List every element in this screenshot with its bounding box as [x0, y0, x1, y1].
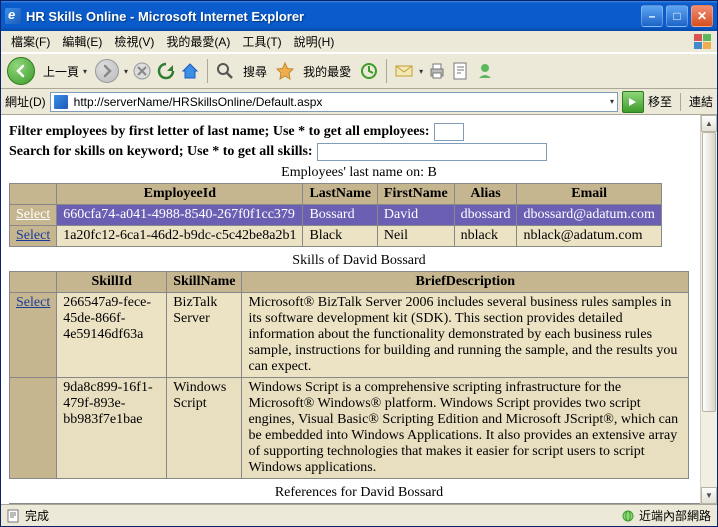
menu-view[interactable]: 檢視(V)	[108, 31, 160, 52]
cell-desc: Microsoft® BizTalk Server 2006 includes …	[242, 293, 689, 378]
select-link[interactable]: Select	[16, 228, 50, 243]
done-icon	[7, 509, 21, 523]
cell-alias: nblack	[454, 226, 517, 247]
skills-caption: Skills of David Bossard	[9, 253, 709, 269]
table-row: Select 660cfa74-a041-4988-8540-267f0f1cc…	[10, 205, 662, 226]
employees-table: EmployeeId LastName FirstName Alias Emai…	[9, 183, 662, 247]
cell-desc: Windows Script is a comprehensive script…	[242, 378, 689, 479]
cell-email: nblack@adatum.com	[517, 226, 661, 247]
scroll-up-button[interactable]: ▲	[701, 115, 717, 132]
zone-text: 近端內部網路	[639, 507, 711, 524]
col-email: Email	[517, 184, 661, 205]
scroll-thumb[interactable]	[702, 132, 716, 412]
col-lastname: LastName	[303, 184, 377, 205]
col-firstname: FirstName	[377, 184, 454, 205]
search-icon[interactable]	[215, 61, 235, 81]
filter-letter-label: Filter employees by first letter of last…	[9, 124, 430, 140]
menu-tools[interactable]: 工具(T)	[236, 31, 287, 52]
cell-id: 266547a9-fece-45de-866f-4e59146df63a	[57, 293, 167, 378]
cell-last: Bossard	[303, 205, 377, 226]
history-icon[interactable]	[359, 61, 379, 81]
forward-button[interactable]	[95, 59, 119, 83]
menu-edit[interactable]: 編輯(E)	[56, 31, 108, 52]
select-link[interactable]: Select	[16, 207, 50, 222]
scroll-down-button[interactable]: ▼	[701, 487, 717, 504]
toolbar: 上一頁 ▾ ▾ 搜尋 我的最愛 ▾	[1, 53, 717, 89]
filter-keyword-label: Search for skills on keyword; Use * to g…	[9, 144, 313, 160]
stop-icon[interactable]	[132, 61, 152, 81]
statusbar: 完成 近端內部網路	[1, 504, 717, 526]
menu-file[interactable]: 檔案(F)	[5, 31, 56, 52]
col-skillname: SkillName	[167, 272, 242, 293]
col-skillid: SkillId	[57, 272, 167, 293]
titlebar: HR Skills Online - Microsoft Internet Ex…	[1, 1, 717, 31]
refresh-icon[interactable]	[156, 61, 176, 81]
address-dropdown[interactable]: ▾	[610, 97, 614, 106]
col-employeeid: EmployeeId	[57, 184, 303, 205]
filter-keyword-input[interactable]	[317, 143, 547, 161]
go-button[interactable]	[622, 91, 644, 113]
mail-icon[interactable]	[394, 61, 414, 81]
edit-icon[interactable]	[451, 61, 471, 81]
messenger-icon[interactable]	[475, 61, 495, 81]
cell-id: 660cfa74-a041-4988-8540-267f0f1cc379	[57, 205, 303, 226]
address-label: 網址(D)	[5, 93, 46, 110]
print-icon[interactable]	[427, 61, 447, 81]
page-content: Filter employees by first letter of last…	[1, 115, 717, 504]
menu-favorites[interactable]: 我的最愛(A)	[160, 31, 236, 52]
favorites-icon[interactable]	[275, 61, 295, 81]
minimize-button[interactable]: –	[641, 5, 663, 27]
favorites-label[interactable]: 我的最愛	[299, 61, 355, 82]
address-bar: 網址(D) ▾ 移至 連結	[1, 89, 717, 115]
col-blank	[10, 184, 57, 205]
table-row: 9da8c899-16f1-479f-893e-bb983f7e1bae Win…	[10, 378, 689, 479]
menubar: 檔案(F) 編輯(E) 檢視(V) 我的最愛(A) 工具(T) 說明(H)	[1, 31, 717, 53]
close-button[interactable]: ✕	[691, 5, 713, 27]
cell-first: Neil	[377, 226, 454, 247]
cell-id: 1a20fc12-6ca1-46d2-b9dc-c5c42be8a2b1	[57, 226, 303, 247]
zone-icon	[621, 509, 635, 523]
cell-first: David	[377, 205, 454, 226]
address-box[interactable]: ▾	[50, 92, 618, 112]
links-label[interactable]: 連結	[689, 93, 713, 110]
address-input[interactable]	[72, 94, 605, 110]
browser-window: HR Skills Online - Microsoft Internet Ex…	[0, 0, 718, 527]
ie-icon	[5, 8, 21, 24]
cell-alias: dbossard	[454, 205, 517, 226]
col-alias: Alias	[454, 184, 517, 205]
cell-name: Windows Script	[167, 378, 242, 479]
menu-help[interactable]: 說明(H)	[288, 31, 341, 52]
home-icon[interactable]	[180, 61, 200, 81]
cell-id: 9da8c899-16f1-479f-893e-bb983f7e1bae	[57, 378, 167, 479]
table-row: Select 1a20fc12-6ca1-46d2-b9dc-c5c42be8a…	[10, 226, 662, 247]
back-label[interactable]: 上一頁 ▾	[39, 61, 91, 82]
search-label[interactable]: 搜尋	[239, 61, 271, 82]
forward-dropdown[interactable]: ▾	[124, 67, 128, 76]
window-title: HR Skills Online - Microsoft Internet Ex…	[26, 9, 641, 24]
cell-name: BizTalk Server	[167, 293, 242, 378]
employees-caption: Employees' last name on: B	[9, 165, 709, 181]
table-row: Select 266547a9-fece-45de-866f-4e59146df…	[10, 293, 689, 378]
vertical-scrollbar[interactable]: ▲ ▼	[700, 115, 717, 504]
cell-email: dbossard@adatum.com	[517, 205, 661, 226]
page-icon	[54, 95, 68, 109]
cell-last: Black	[303, 226, 377, 247]
select-link[interactable]: Select	[16, 295, 50, 310]
maximize-button[interactable]: □	[666, 5, 688, 27]
col-desc: BriefDescription	[242, 272, 689, 293]
refs-caption: References for David Bossard	[9, 485, 709, 501]
skills-table: SkillId SkillName BriefDescription Selec…	[9, 271, 689, 479]
windows-logo-icon	[693, 33, 713, 51]
go-label: 移至	[648, 93, 672, 110]
back-button[interactable]	[7, 57, 35, 85]
status-text: 完成	[25, 507, 49, 524]
filter-letter-input[interactable]	[434, 123, 464, 141]
